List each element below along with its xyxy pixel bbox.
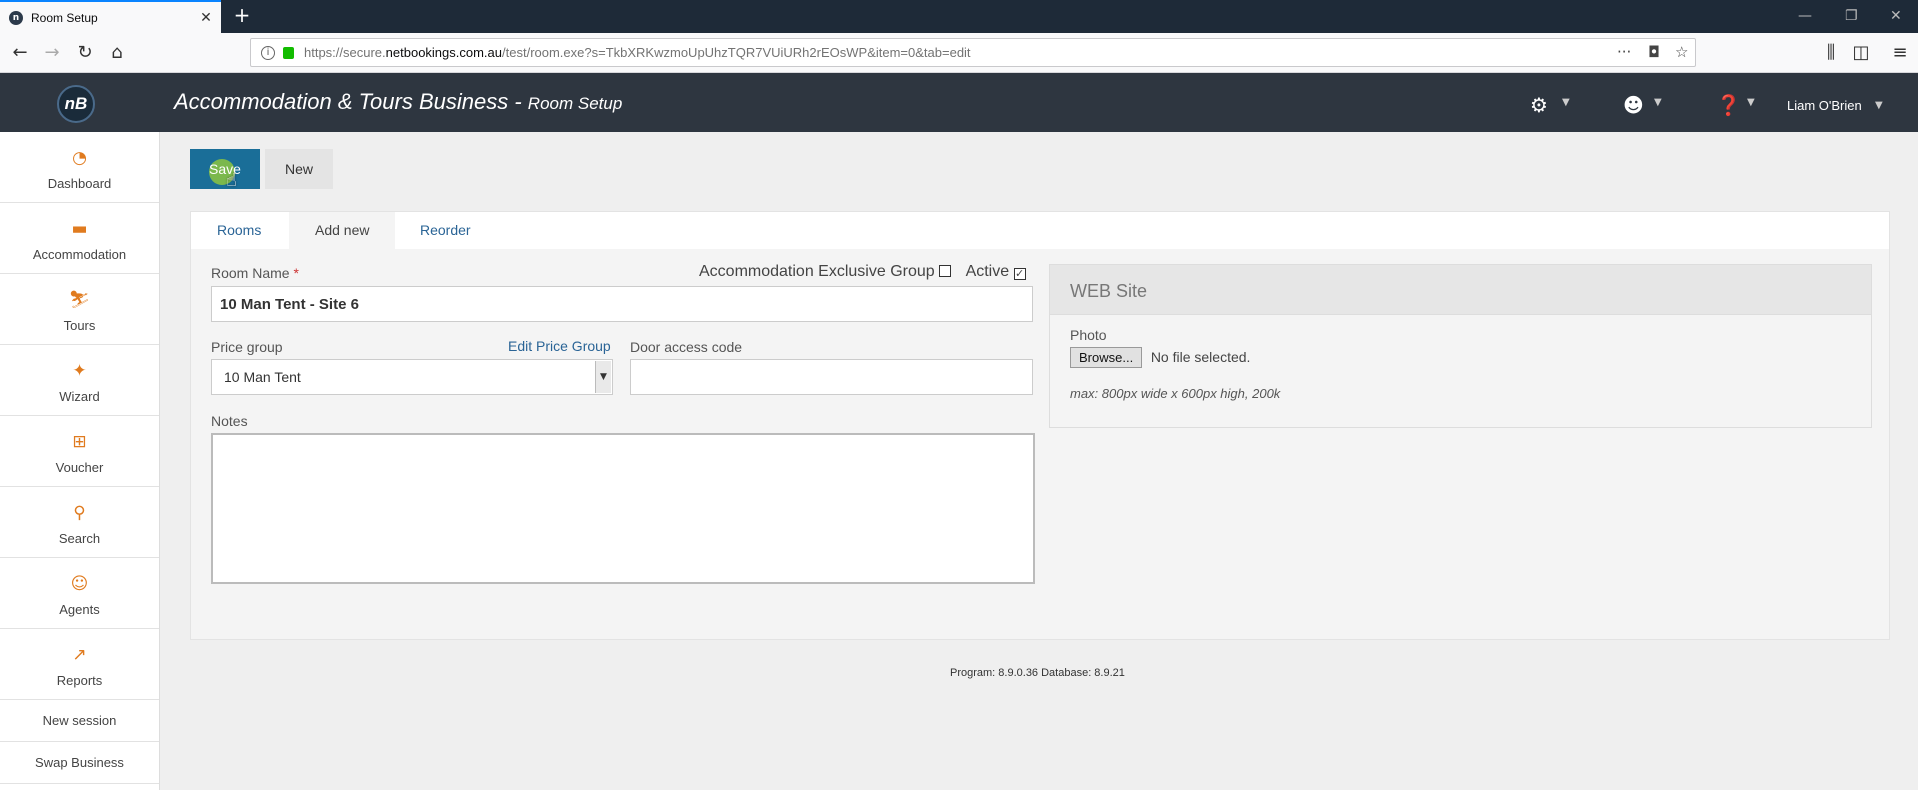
room-form-panel: Rooms Add new Reorder Room Name * Accomm… (190, 211, 1890, 640)
forward-icon[interactable]: → (40, 41, 64, 65)
more-icon[interactable]: ··· (1617, 43, 1631, 61)
chevron-down-icon[interactable]: ▼ (1654, 97, 1662, 108)
hand-cursor-icon: ☝ (226, 170, 237, 191)
exclusive-group-label: Accommodation Exclusive Group (699, 263, 935, 280)
sidebar-item-label: Reports (56, 673, 103, 688)
photo-size-hint: max: 800px wide x 600px high, 200k (1070, 386, 1281, 401)
tab-add-new[interactable]: Add new (289, 212, 396, 249)
web-site-title: WEB Site (1050, 265, 1871, 315)
sidebar-item-reports[interactable]: ↗ Reports (0, 629, 159, 700)
lock-icon[interactable] (283, 46, 294, 59)
sidebar-toggle-icon[interactable]: ◫ (1849, 41, 1873, 65)
tab-reorder[interactable]: Reorder (394, 212, 497, 249)
sidebar-item-label: Dashboard (47, 176, 112, 191)
sidebar-item-tours[interactable]: ⛷ Tours (0, 274, 159, 345)
browser-tab[interactable]: n Room Setup ✕ (0, 0, 221, 33)
app-header: nB Accommodation & Tours Business - Room… (0, 73, 1918, 132)
url-text: https://secure.netbookings.com.au/test/r… (304, 45, 971, 60)
chevron-down-icon[interactable]: ▼ (595, 361, 611, 393)
pocket-icon[interactable]: ◘ (1648, 43, 1660, 61)
browser-tab-bar: n Room Setup ✕ + — ❐ ✕ (0, 0, 1918, 33)
help-icon[interactable]: ❓ (1716, 93, 1741, 117)
sidebar-item-label: Search (58, 531, 101, 546)
photo-label: Photo (1070, 327, 1107, 343)
notes-textarea[interactable] (211, 433, 1035, 584)
info-icon[interactable]: i (261, 45, 275, 60)
notes-label: Notes (211, 413, 248, 429)
app-logo[interactable]: nB (57, 85, 95, 123)
restore-icon[interactable]: ❐ (1845, 8, 1858, 24)
search-icon: ⚲ (73, 503, 86, 523)
tab-rooms[interactable]: Rooms (191, 212, 287, 249)
sidebar-item-label: Wizard (59, 389, 100, 404)
sidebar-item-label: Agents (59, 602, 100, 617)
browser-nav-bar: ← → ↻ ⌂ i https://secure.netbookings.com… (0, 33, 1918, 73)
sidebar: ◔ Dashboard ▬ Accommodation ⛷ Tours ✦ Wi… (0, 132, 160, 790)
price-group-label: Price group (211, 339, 283, 355)
sidebar-item-accommodation[interactable]: ▬ Accommodation (0, 203, 159, 274)
active-label: Active (965, 263, 1010, 280)
chart-icon: ↗ (72, 645, 87, 665)
door-code-label: Door access code (630, 339, 743, 355)
magic-wand-icon: ✦ (72, 361, 87, 381)
favicon-icon: n (9, 10, 23, 25)
swap-business-link[interactable]: Swap Business (0, 742, 159, 784)
sidebar-item-label: Tours (63, 318, 96, 333)
sidebar-item-wizard[interactable]: ✦ Wizard (0, 345, 159, 416)
menu-icon[interactable]: ≡ (1888, 41, 1912, 65)
sidebar-item-label: Accommodation (32, 247, 127, 262)
price-group-selected: 10 Man Tent (224, 369, 301, 385)
chevron-down-icon[interactable]: ▼ (1562, 97, 1570, 108)
room-name-label: Room Name * (211, 265, 299, 281)
sidebar-item-agents[interactable]: ☺ Agents (0, 558, 159, 629)
new-button[interactable]: New (265, 149, 333, 189)
user-menu[interactable]: Liam O'Brien (1787, 98, 1862, 113)
minimize-icon[interactable]: — (1798, 8, 1812, 24)
active-checkbox[interactable]: ✓ (1013, 268, 1026, 280)
edit-price-group-link[interactable]: Edit Price Group (508, 338, 611, 354)
browser-tab-title: Room Setup (31, 10, 98, 25)
browse-button[interactable]: Browse... (1070, 347, 1143, 368)
close-window-icon[interactable]: ✕ (1890, 8, 1902, 24)
chevron-down-icon[interactable]: ▼ (1875, 100, 1883, 111)
save-button[interactable]: Save (190, 149, 260, 189)
room-name-input[interactable]: 10 Man Tent - Site 6 (211, 286, 1033, 322)
gift-icon: ⊞ (72, 432, 87, 452)
url-bar[interactable]: i https://secure.netbookings.com.au/test… (250, 38, 1696, 67)
close-tab-icon[interactable]: ✕ (195, 10, 217, 26)
price-group-select[interactable]: 10 Man Tent ▼ (211, 359, 613, 395)
bookmark-star-icon[interactable]: ☆ (1675, 43, 1688, 61)
speedometer-icon: ◔ (72, 148, 87, 168)
agent-icon: ☺ (70, 574, 89, 594)
tab-bar: Rooms Add new Reorder (191, 212, 1889, 249)
door-code-input[interactable] (630, 359, 1033, 395)
sidebar-item-voucher[interactable]: ⊞ Voucher (0, 416, 159, 487)
back-icon[interactable]: ← (8, 41, 32, 65)
new-session-link[interactable]: New session (0, 700, 159, 742)
library-icon[interactable]: ⫼ (1819, 41, 1843, 65)
home-icon[interactable]: ⌂ (105, 41, 129, 65)
chevron-down-icon[interactable]: ▼ (1747, 97, 1755, 108)
reload-icon[interactable]: ↻ (73, 41, 97, 65)
sidebar-item-dashboard[interactable]: ◔ Dashboard (0, 132, 159, 203)
exclusive-group-checkbox[interactable] (939, 265, 952, 277)
sidebar-item-label: Voucher (55, 460, 104, 475)
file-status: No file selected. (1150, 349, 1251, 365)
sidebar-item-search[interactable]: ⚲ Search (0, 487, 159, 558)
version-footer: Program: 8.9.0.36 Database: 8.9.21 (950, 667, 1125, 679)
page-title: Accommodation & Tours Business - Room Se… (174, 89, 623, 114)
new-tab-icon[interactable]: + (230, 4, 254, 28)
exclusive-group-option: Accommodation Exclusive Group Active ✓ (699, 263, 1026, 281)
settings-gear-icon[interactable]: ⚙ (1530, 93, 1548, 117)
web-site-section: WEB Site Photo Browse... No file selecte… (1049, 264, 1872, 428)
bed-icon: ▬ (71, 219, 88, 239)
tours-icon: ⛷ (68, 290, 91, 310)
agent-menu-icon[interactable]: ☻ (1623, 93, 1644, 117)
